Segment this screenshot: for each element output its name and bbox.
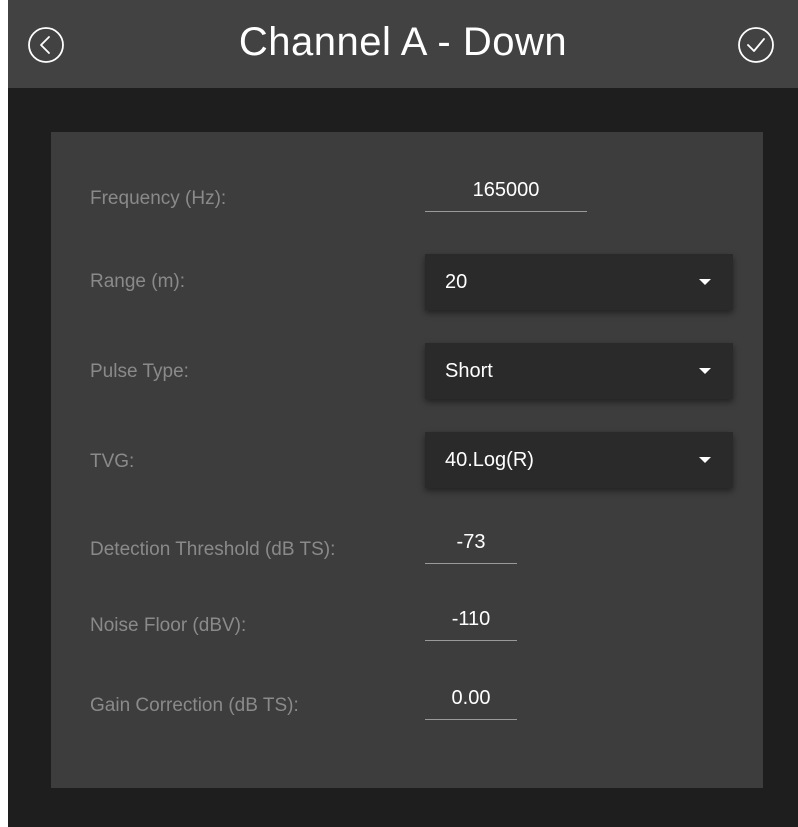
noise-floor-label: Noise Floor (dBV): <box>90 615 247 636</box>
tvg-select[interactable]: 40.Log(R) <box>425 432 733 488</box>
detection-threshold-label: Detection Threshold (dB TS): <box>90 539 336 560</box>
confirm-button[interactable] <box>736 25 776 65</box>
check-circle-icon <box>738 27 774 63</box>
frequency-label: Frequency (Hz): <box>90 188 227 209</box>
range-value: 20 <box>445 271 468 293</box>
settings-panel: Frequency (Hz): 165000 Range (m): 20 Pul… <box>51 132 763 788</box>
tvg-label: TVG: <box>90 451 135 472</box>
tvg-value: 40.Log(R) <box>445 449 534 471</box>
header-bar: Channel A - Down <box>8 0 798 88</box>
chevron-down-icon <box>699 368 711 374</box>
page-title: Channel A - Down <box>238 20 568 64</box>
noise-floor-input[interactable]: -110 <box>425 604 517 641</box>
detection-threshold-input[interactable]: -73 <box>425 527 517 564</box>
settings-window: Channel A - Down Frequency (Hz): 165000 … <box>8 0 798 827</box>
pulse-type-select[interactable]: Short <box>425 343 733 399</box>
pulse-type-label: Pulse Type: <box>90 361 189 382</box>
pulse-type-value: Short <box>445 360 493 382</box>
frequency-input[interactable]: 165000 <box>425 175 587 212</box>
gain-correction-input[interactable]: 0.00 <box>425 683 517 720</box>
chevron-down-icon <box>699 457 711 463</box>
chevron-down-icon <box>699 279 711 285</box>
gain-correction-label: Gain Correction (dB TS): <box>90 695 299 716</box>
range-select[interactable]: 20 <box>425 254 733 310</box>
range-label: Range (m): <box>90 271 186 292</box>
